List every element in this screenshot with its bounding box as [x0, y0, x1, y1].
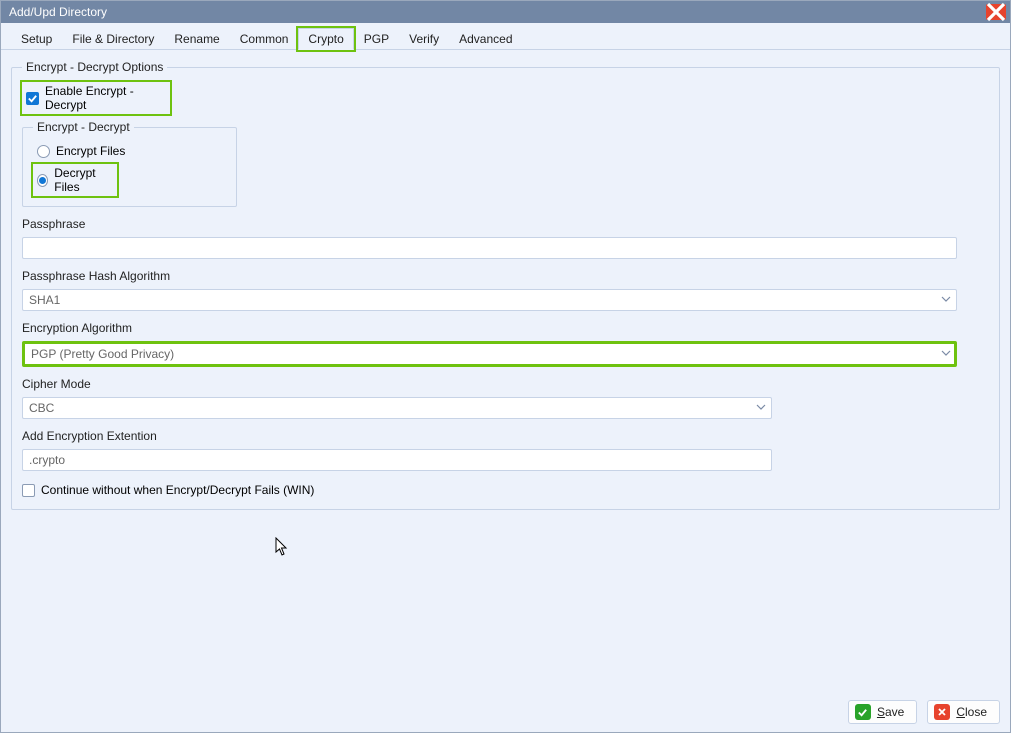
hash-algo-select[interactable]: SHA1	[22, 289, 957, 311]
decrypt-files-row[interactable]: Decrypt Files	[33, 164, 117, 196]
encryption-algo-label: Encryption Algorithm	[22, 321, 989, 335]
dialog-footer: Save Close	[1, 692, 1010, 732]
encrypt-decrypt-options-group: Encrypt - Decrypt Options Enable Encrypt…	[11, 60, 1000, 510]
continue-on-fail-label: Continue without when Encrypt/Decrypt Fa…	[41, 483, 314, 497]
titlebar: Add/Upd Directory	[1, 1, 1010, 23]
encrypt-files-radio[interactable]	[37, 145, 50, 158]
encryption-algo-select-wrap[interactable]: PGP (Pretty Good Privacy)	[22, 341, 957, 367]
radio-group-title: Encrypt - Decrypt	[33, 120, 134, 134]
tab-advanced[interactable]: Advanced	[449, 28, 522, 50]
cursor-icon	[275, 537, 291, 557]
window-close-button[interactable]	[986, 4, 1006, 20]
encrypt-files-row[interactable]: Encrypt Files	[33, 142, 226, 160]
window-title: Add/Upd Directory	[9, 5, 986, 19]
tab-pgp[interactable]: PGP	[354, 28, 399, 50]
decrypt-files-label: Decrypt Files	[54, 166, 113, 194]
tab-common[interactable]: Common	[230, 28, 299, 50]
content-area: Encrypt - Decrypt Options Enable Encrypt…	[1, 50, 1010, 692]
passphrase-label: Passphrase	[22, 217, 989, 231]
cipher-mode-select[interactable]: CBC	[22, 397, 772, 419]
check-icon	[855, 704, 871, 720]
tabstrip: Setup File & Directory Rename Common Cry…	[1, 23, 1010, 50]
cipher-mode-select-wrap[interactable]: CBC	[22, 397, 772, 419]
enable-encrypt-decrypt-label: Enable Encrypt - Decrypt	[45, 84, 166, 112]
encryption-algo-value: PGP (Pretty Good Privacy)	[31, 347, 174, 361]
close-icon	[934, 704, 950, 720]
hash-algo-select-wrap[interactable]: SHA1	[22, 289, 957, 311]
close-button[interactable]: Close	[927, 700, 1000, 724]
passphrase-input[interactable]	[22, 237, 957, 259]
extension-input[interactable]	[22, 449, 772, 471]
hash-algo-value: SHA1	[29, 293, 60, 307]
enable-encrypt-decrypt-row[interactable]: Enable Encrypt - Decrypt	[22, 82, 170, 114]
continue-on-fail-checkbox[interactable]	[22, 484, 35, 497]
encrypt-files-label: Encrypt Files	[56, 144, 125, 158]
decrypt-files-radio[interactable]	[37, 174, 48, 187]
close-button-label: Close	[956, 705, 987, 719]
hash-algo-label: Passphrase Hash Algorithm	[22, 269, 989, 283]
save-button[interactable]: Save	[848, 700, 917, 724]
encryption-algo-select[interactable]: PGP (Pretty Good Privacy)	[22, 341, 957, 367]
tab-verify[interactable]: Verify	[399, 28, 449, 50]
save-button-label: Save	[877, 705, 904, 719]
tab-rename[interactable]: Rename	[164, 28, 229, 50]
continue-on-fail-row[interactable]: Continue without when Encrypt/Decrypt Fa…	[22, 481, 989, 499]
encrypt-decrypt-radio-group: Encrypt - Decrypt Encrypt Files Decrypt …	[22, 120, 237, 207]
tab-setup[interactable]: Setup	[11, 28, 62, 50]
tab-crypto[interactable]: Crypto	[298, 28, 353, 50]
group-title: Encrypt - Decrypt Options	[22, 60, 167, 74]
cipher-mode-label: Cipher Mode	[22, 377, 989, 391]
cipher-mode-value: CBC	[29, 401, 54, 415]
extension-label: Add Encryption Extention	[22, 429, 989, 443]
enable-encrypt-decrypt-checkbox[interactable]	[26, 92, 39, 105]
tab-file-directory[interactable]: File & Directory	[62, 28, 164, 50]
dialog-window: Add/Upd Directory Setup File & Directory…	[0, 0, 1011, 733]
